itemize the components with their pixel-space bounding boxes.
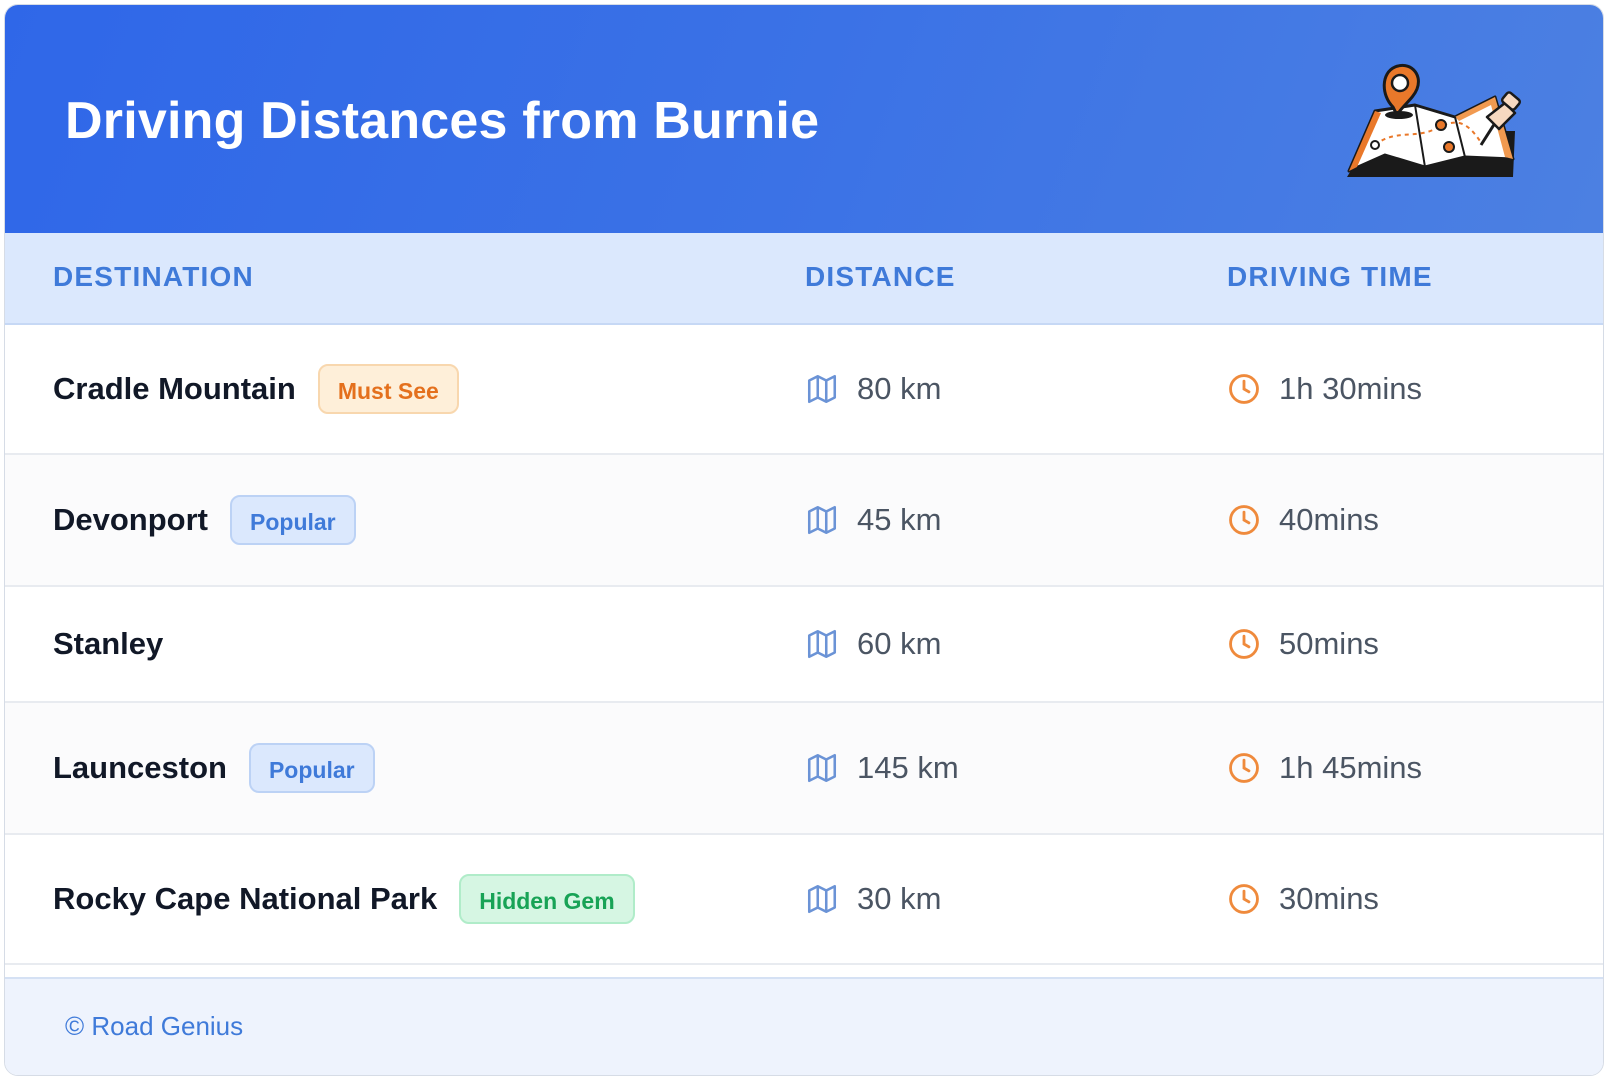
distance-value: 30 km <box>857 881 942 916</box>
clock-icon <box>1227 751 1261 785</box>
clock-icon <box>1227 503 1261 537</box>
page-title: Driving Distances from Burnie <box>65 92 820 150</box>
distance-value: 80 km <box>857 371 942 406</box>
destination-cell: Rocky Cape National Park Hidden Gem <box>53 874 635 924</box>
distance-value: 45 km <box>857 502 942 537</box>
destination-name: Launceston <box>53 750 227 785</box>
status-badge: Popular <box>230 495 356 545</box>
time-value: 30mins <box>1279 881 1379 916</box>
time-value: 50mins <box>1279 626 1379 661</box>
destination-name: Devonport <box>53 502 208 537</box>
time-cell: 30mins <box>1227 877 1379 921</box>
distance-value: 145 km <box>857 750 959 785</box>
table-row: Launceston Popular 145 km 1h 45mins <box>5 703 1603 835</box>
table-row: Stanley 60 km 50mins <box>5 587 1603 703</box>
distance-cell: 45 km <box>805 498 941 542</box>
table-header: DESTINATION DISTANCE DRIVING TIME <box>5 233 1603 325</box>
distance-cell: 80 km <box>805 367 941 411</box>
column-header-driving-time: DRIVING TIME <box>1227 261 1433 292</box>
clock-icon <box>1227 627 1261 661</box>
status-badge: Hidden Gem <box>459 874 635 924</box>
column-header-distance: DISTANCE <box>805 261 956 292</box>
status-badge: Must See <box>317 364 459 414</box>
table-row: Devonport Popular 45 km 40mins <box>5 455 1603 587</box>
copyright-text: © Road Genius <box>65 1011 244 1041</box>
destination-name: Cradle Mountain <box>53 371 296 406</box>
column-header-destination: DESTINATION <box>53 261 254 292</box>
destination-name: Rocky Cape National Park <box>53 881 438 916</box>
footer: © Road Genius <box>5 977 1603 1075</box>
clock-icon <box>1227 882 1261 916</box>
distance-cell: 145 km <box>805 746 959 790</box>
distance-cell: 30 km <box>805 877 941 921</box>
distance-cell: 60 km <box>805 622 941 666</box>
destination-cell: Launceston Popular <box>53 743 375 793</box>
destination-cell: Cradle Mountain Must See <box>53 364 459 414</box>
time-cell: 1h 30mins <box>1227 367 1422 411</box>
table-row: Rocky Cape National Park Hidden Gem 30 km 3… <box>5 835 1603 965</box>
clock-icon <box>1227 372 1261 406</box>
distance-value: 60 km <box>857 626 942 661</box>
time-cell: 1h 45mins <box>1227 746 1422 790</box>
driving-distances-card: Driving Distances from Burnie DESTINATIO… <box>4 4 1604 1076</box>
time-cell: 50mins <box>1227 622 1379 666</box>
map-icon <box>805 751 839 785</box>
map-icon <box>805 503 839 537</box>
time-value: 1h 45mins <box>1279 750 1423 785</box>
time-value: 40mins <box>1279 502 1379 537</box>
table-row: Cradle Mountain Must See 80 km 1h 30mins <box>5 325 1603 455</box>
map-icon <box>805 882 839 916</box>
destination-cell: Devonport Popular <box>53 495 356 545</box>
time-cell: 40mins <box>1227 498 1379 542</box>
map-icon <box>805 372 839 406</box>
status-badge: Popular <box>248 743 375 793</box>
header-banner: Driving Distances from Burnie <box>5 5 1603 233</box>
destination-name: Stanley <box>53 626 164 661</box>
destination-cell: Stanley <box>53 624 163 664</box>
time-value: 1h 30mins <box>1279 371 1423 406</box>
map-with-pins-icon <box>1347 64 1522 177</box>
map-icon <box>805 627 839 661</box>
